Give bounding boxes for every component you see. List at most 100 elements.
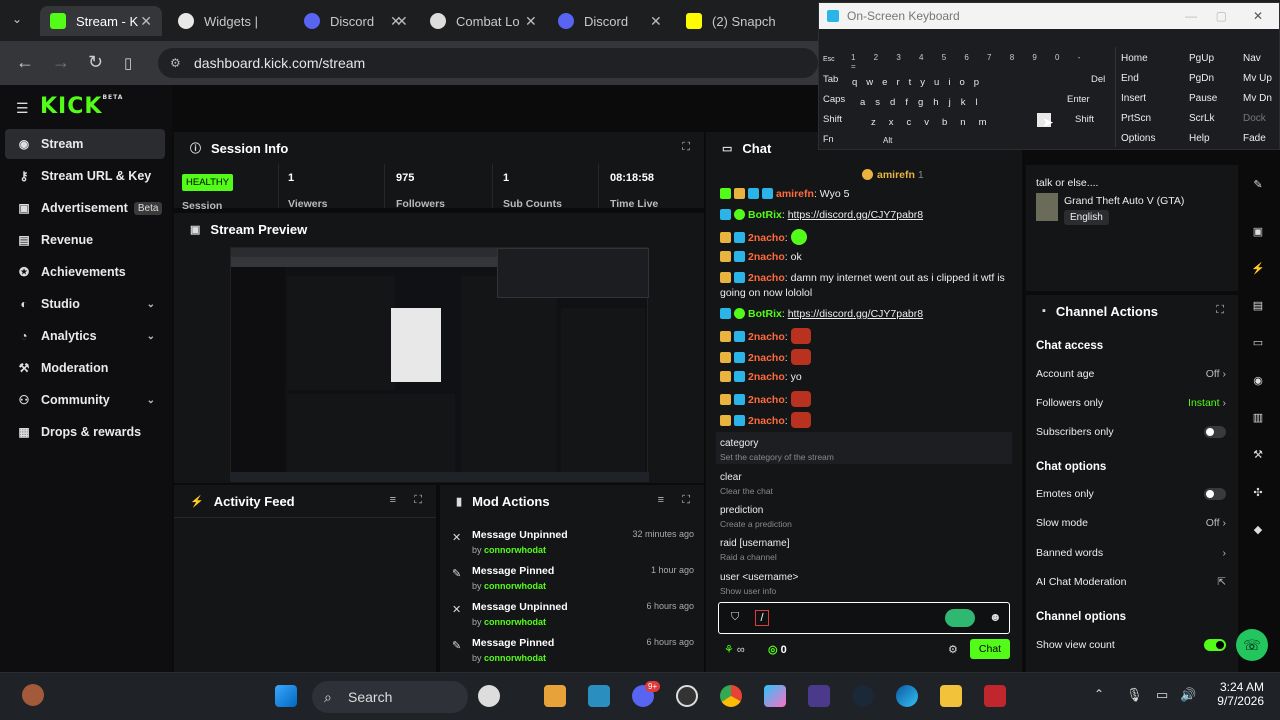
key[interactable]: w <box>866 73 873 91</box>
chat-message[interactable]: 2nacho: <box>720 412 1012 429</box>
windows-start-icon[interactable] <box>275 685 297 707</box>
chat-message[interactable]: BotRix: https://discord.gg/CJY7pabr8 <box>720 208 1012 223</box>
filter-icon[interactable]: ≡ <box>658 494 664 506</box>
sidebar-item-advertisement[interactable]: ▣ Advertisement Beta <box>5 193 165 223</box>
key[interactable]: x <box>889 113 894 131</box>
app-icon[interactable] <box>588 685 610 707</box>
key-tab[interactable]: Tab <box>823 70 838 88</box>
banned-words-row[interactable]: Banned words › <box>1036 543 1226 563</box>
key[interactable]: u <box>934 73 939 91</box>
send-chat-button[interactable]: Chat <box>970 639 1010 659</box>
key[interactable]: b <box>942 113 947 131</box>
taskbar-search[interactable]: ⌕ Search <box>312 681 468 713</box>
chat-input[interactable]: ⛉ / ☻ <box>718 602 1010 634</box>
reload-icon[interactable]: ↻ <box>88 52 103 73</box>
chrome-icon[interactable] <box>720 685 742 707</box>
chat-username[interactable]: 2nacho <box>748 232 785 244</box>
url-input[interactable]: ⚙ dashboard.kick.com/stream <box>158 48 818 78</box>
key-shift[interactable]: Shift <box>823 110 842 128</box>
microphone-icon[interactable]: 🎙 <box>1126 687 1143 703</box>
edge-icon[interactable] <box>896 685 918 707</box>
bolt-rail-icon[interactable]: ⚡ <box>1242 262 1274 286</box>
chat-username[interactable]: 2nacho <box>748 371 785 383</box>
store-icon[interactable] <box>544 685 566 707</box>
steam-icon[interactable] <box>852 685 874 707</box>
key[interactable]: o <box>959 73 964 91</box>
key[interactable]: p <box>974 73 979 91</box>
key-del[interactable]: Del <box>1091 70 1105 88</box>
browser-tab[interactable]: (2) Snapch <box>676 6 812 36</box>
kick-logo[interactable]: KICKBETA <box>40 94 123 119</box>
network-icon[interactable]: ▭ <box>1156 687 1168 703</box>
copilot-icon[interactable] <box>764 685 786 707</box>
key-mvup[interactable]: Mv Up <box>1243 73 1272 84</box>
chat-message[interactable]: 2nacho: damn my internet went out as i c… <box>720 271 1012 301</box>
radio-rail-icon[interactable]: ◉ <box>1242 374 1274 398</box>
sidebar-item-community[interactable]: ⚇ Community ⌄ <box>5 385 165 415</box>
puzzle-rail-icon[interactable]: ✣ <box>1242 486 1274 510</box>
chat-message[interactable]: BotRix: https://discord.gg/CJY7pabr8 <box>720 307 1012 322</box>
chat-username[interactable]: amirefn <box>776 188 814 200</box>
expand-icon[interactable]: ⛶ <box>414 494 422 507</box>
key[interactable]: j <box>949 93 951 111</box>
chat-username[interactable]: 2nacho <box>748 331 785 343</box>
pinned-user[interactable]: amirefn 1 <box>862 169 924 181</box>
slow-mode-row[interactable]: Slow mode Off › <box>1036 513 1226 533</box>
category-thumbnail[interactable] <box>1036 193 1058 221</box>
key-mvdn[interactable]: Mv Dn <box>1243 93 1272 104</box>
hamburger-menu-icon[interactable]: ☰ <box>16 100 29 117</box>
chat-username[interactable]: 2nacho <box>748 352 785 364</box>
key[interactable]: i <box>948 73 950 91</box>
video-rail-icon[interactable]: ▣ <box>1242 225 1274 249</box>
key[interactable]: k <box>961 93 966 111</box>
key[interactable]: d <box>890 93 895 111</box>
window-rail-icon[interactable]: ▥ <box>1242 411 1274 435</box>
key[interactable]: t <box>909 73 912 91</box>
key[interactable]: s <box>875 93 880 111</box>
expand-icon[interactable]: ⛶ <box>682 141 690 154</box>
show-view-count-toggle[interactable] <box>1204 639 1226 651</box>
command-user[interactable]: user <username> Show user info <box>720 572 798 596</box>
list-rail-icon[interactable]: ▤ <box>1242 299 1274 323</box>
chat-username[interactable]: 2nacho <box>748 251 785 263</box>
key-enter[interactable]: Enter <box>1067 90 1090 108</box>
emote-icon[interactable] <box>945 609 975 627</box>
key-pause[interactable]: Pause <box>1189 93 1217 104</box>
close-icon[interactable]: ✕ <box>140 13 152 30</box>
sidebar-item-revenue[interactable]: ▤ Revenue <box>5 225 165 255</box>
chat-message[interactable]: 2nacho: ok <box>720 250 1012 265</box>
tab-list-chevron-icon[interactable]: ⌄ <box>12 12 22 26</box>
chat-message[interactable]: 2nacho: <box>720 328 1012 345</box>
key[interactable]: h <box>933 93 938 111</box>
chat-rail-icon[interactable]: ▭ <box>1242 336 1274 360</box>
pencil-icon[interactable]: ✎ <box>1242 178 1274 202</box>
chat-username[interactable]: BotRix <box>748 308 782 320</box>
key-help[interactable]: Help <box>1189 133 1210 144</box>
key[interactable]: n <box>960 113 965 131</box>
key[interactable]: m <box>979 113 987 131</box>
key[interactable]: l <box>975 93 977 111</box>
subscribers-only-toggle[interactable] <box>1204 426 1226 438</box>
chat-username[interactable]: 2nacho <box>748 272 785 284</box>
key-options[interactable]: Options <box>1121 133 1155 144</box>
key[interactable]: v <box>924 113 929 131</box>
chat-username[interactable]: 2nacho <box>748 415 785 427</box>
key-prtscn[interactable]: PrtScn <box>1121 113 1151 124</box>
key-insert[interactable]: Insert <box>1121 93 1146 104</box>
key-shift-right[interactable]: Shift <box>1075 110 1094 128</box>
key-home[interactable]: Home <box>1121 53 1148 64</box>
forward-icon[interactable]: → <box>52 52 70 73</box>
command-clear[interactable]: clear Clear the chat <box>720 472 773 496</box>
key[interactable]: y <box>920 73 925 91</box>
key[interactable]: g <box>918 93 923 111</box>
minimize-icon[interactable]: — <box>1185 3 1197 29</box>
back-icon[interactable]: ← <box>16 52 34 73</box>
chat-message[interactable]: 2nacho: <box>720 229 1012 246</box>
smile-icon[interactable]: ☻ <box>989 610 1002 624</box>
file-explorer-icon[interactable] <box>940 685 962 707</box>
key-esc[interactable]: Esc <box>823 50 835 68</box>
sidebar-item-stream-url[interactable]: ⚷ Stream URL & Key <box>5 161 165 191</box>
chat-message[interactable]: 2nacho: <box>720 391 1012 408</box>
account-age-row[interactable]: Account age Off › <box>1036 364 1226 384</box>
key[interactable]: z <box>871 113 876 131</box>
